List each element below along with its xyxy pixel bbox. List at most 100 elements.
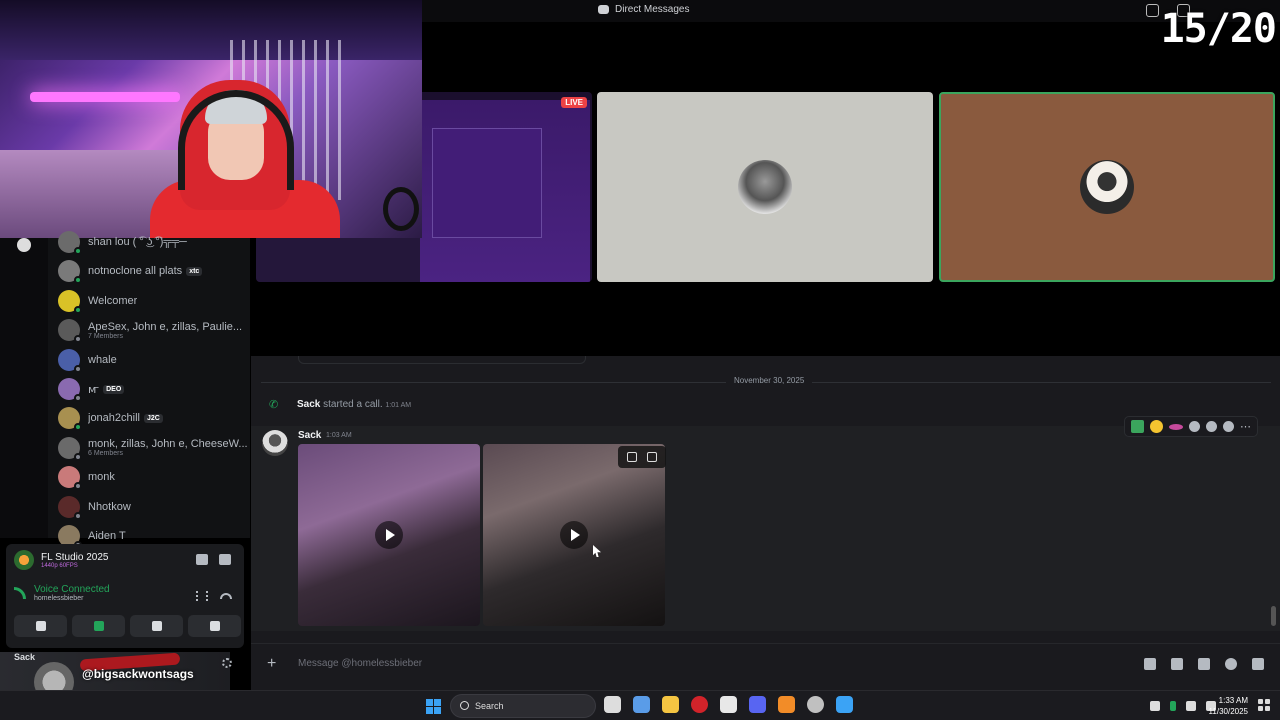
screen-share-button[interactable]: [72, 615, 125, 637]
participant-avatar: [738, 160, 792, 214]
dm-member-count: 7 Members: [88, 332, 124, 340]
dm-name: notnoclone all plats xtc: [88, 265, 203, 277]
laugh-reaction-icon[interactable]: [1150, 420, 1163, 433]
date-divider: November 30, 2025: [261, 376, 1271, 385]
participant-tile-2[interactable]: [939, 92, 1275, 282]
download-icon[interactable]: [647, 452, 657, 462]
dm-list-item[interactable]: monk, zillas, John e, CheeseW... 6 Member…: [58, 434, 248, 462]
dm-name-text: Welcomer: [88, 294, 138, 307]
dm-list-item[interactable]: whale: [58, 346, 248, 374]
more-icon[interactable]: ⋯: [1240, 420, 1251, 433]
dm-list-item[interactable]: monk: [58, 463, 248, 491]
dm-name-text: ꙧ: [88, 383, 100, 396]
taskbar-search[interactable]: Search: [450, 694, 596, 718]
apps-icon[interactable]: [1252, 658, 1264, 670]
soundboard-button[interactable]: [188, 615, 241, 637]
discord-app-icon[interactable]: [749, 696, 766, 713]
store-icon[interactable]: [720, 696, 737, 713]
emoji-icon[interactable]: [1225, 658, 1237, 670]
dm-member-count: 6 Members: [88, 450, 124, 458]
message-input[interactable]: Message @homelessbieber: [298, 658, 422, 669]
dm-list-item[interactable]: shan lou ( ͡° ͜ʖ ͡°)╦╤─: [58, 228, 248, 256]
file-explorer-icon[interactable]: [662, 696, 679, 713]
copilot-icon[interactable]: [633, 696, 650, 713]
fl-studio-app-icon[interactable]: [778, 696, 795, 713]
chat-scrollbar[interactable]: [1271, 606, 1276, 626]
voice-status[interactable]: Voice Connected homelessbieber: [14, 584, 110, 602]
voice-buttons: [14, 615, 241, 637]
dm-name: ApeSex, John e, zillas, Paulie...: [88, 321, 242, 333]
trash-icon[interactable]: [627, 452, 637, 462]
task-view-icon[interactable]: [604, 696, 621, 713]
windows-start-icon[interactable]: [426, 699, 441, 714]
obs-icon[interactable]: [807, 696, 824, 713]
avatar: [58, 407, 82, 432]
message[interactable]: Sack 1:03 AM ⋯: [251, 416, 1280, 631]
call-author[interactable]: Sack: [297, 399, 320, 410]
video-attachment-1[interactable]: [298, 444, 480, 626]
gif-icon[interactable]: [1171, 658, 1183, 670]
dm-list-item[interactable]: ꙧ DEO: [58, 375, 248, 403]
dm-text: monk, zillas, John e, CheeseW... 6 Member…: [88, 438, 248, 457]
dm-tag-badge: xtc: [186, 266, 203, 276]
dm-list-item[interactable]: Nhotkow: [58, 493, 248, 521]
noise-suppression-icon[interactable]: [196, 591, 208, 601]
dm-tag-badge: DEO: [103, 384, 125, 394]
activities-button[interactable]: [130, 615, 183, 637]
avatar: [58, 495, 82, 520]
discover-icon[interactable]: [17, 238, 31, 252]
dm-list-item[interactable]: notnoclone all plats xtc: [58, 257, 248, 285]
dm-name-text: whale: [88, 353, 117, 366]
voice-status-label: Voice Connected: [34, 584, 110, 595]
taskbar-clock[interactable]: 1:33 AM 11/30/2025: [1209, 695, 1248, 717]
add-reaction-icon[interactable]: [1189, 421, 1200, 432]
gift-icon[interactable]: [1144, 658, 1156, 670]
avatar: [58, 231, 82, 255]
check-reaction-icon[interactable]: [1131, 420, 1144, 433]
dm-text: ApeSex, John e, zillas, Paulie... 7 Membe…: [88, 321, 242, 340]
play-icon[interactable]: [375, 521, 403, 549]
call-text: started a call.: [323, 399, 383, 410]
signal-icon: [14, 587, 26, 599]
add-attachment-icon[interactable]: +: [267, 656, 276, 672]
overlay-username: Sack: [14, 652, 36, 662]
status-indicator: [74, 335, 82, 344]
dm-tag-badge: J2C: [143, 413, 163, 423]
participant-tile-1[interactable]: [597, 92, 933, 282]
play-icon[interactable]: [560, 521, 588, 549]
call-time: 1:01 AM: [385, 402, 412, 409]
stop-stream-icon[interactable]: [196, 554, 208, 565]
notifications-icon[interactable]: [1258, 699, 1270, 711]
camera-button[interactable]: [14, 615, 67, 637]
avatar: [58, 466, 82, 491]
activities-icon: [151, 621, 162, 631]
inbox-icon[interactable]: [1146, 4, 1159, 17]
server-rail: [0, 238, 48, 538]
sticker-icon[interactable]: [1198, 658, 1210, 670]
edit-icon[interactable]: [1206, 421, 1217, 432]
video-attachment-2[interactable]: [483, 444, 665, 626]
custom-reaction-icon[interactable]: [1169, 423, 1183, 430]
dm-text: ꙧ DEO: [88, 383, 125, 396]
webcam-ceiling: [0, 0, 422, 60]
dm-text: jonah2chill J2C: [88, 412, 163, 424]
microphone-icon[interactable]: [1170, 701, 1176, 711]
forward-icon[interactable]: [1223, 421, 1234, 432]
opera-icon[interactable]: [691, 696, 708, 713]
avatar[interactable]: [262, 430, 288, 456]
status-indicator: [74, 276, 82, 285]
message-author[interactable]: Sack: [298, 430, 321, 441]
stream-quality: 1440p 60FPS: [41, 562, 78, 569]
dm-name: jonah2chill J2C: [88, 412, 163, 424]
wifi-icon[interactable]: [1186, 701, 1196, 711]
chevron-up-icon[interactable]: [1150, 701, 1160, 711]
avatar: [58, 260, 82, 285]
chat-area: November 30, 2025 ✆ Sack started a call.…: [251, 356, 1280, 690]
stream-settings-icon[interactable]: [219, 554, 231, 565]
dm-list-item[interactable]: ApeSex, John e, zillas, Paulie... 7 Membe…: [58, 316, 248, 344]
gear-icon[interactable]: [222, 658, 232, 668]
dm-list-item[interactable]: jonah2chill J2C: [58, 404, 248, 432]
notepad-icon[interactable]: [836, 696, 853, 713]
dm-list-item[interactable]: Welcomer: [58, 287, 248, 315]
disconnect-icon[interactable]: [220, 593, 232, 599]
